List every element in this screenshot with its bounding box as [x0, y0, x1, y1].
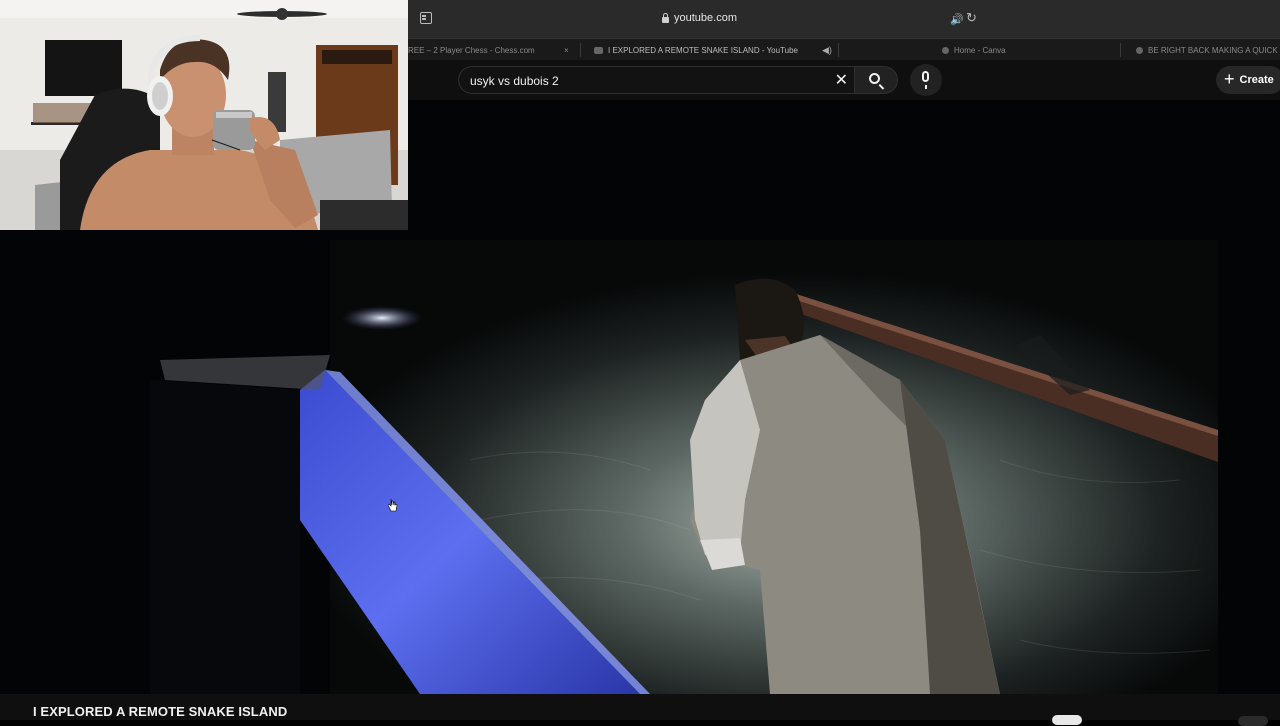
- tab-label: Home - Canva: [954, 45, 1006, 55]
- speaker-icon[interactable]: ◀): [822, 39, 834, 61]
- youtube-header: usyk vs dubois 2 ✕ + Create: [408, 60, 1280, 100]
- mic-icon: [922, 71, 929, 89]
- speaker-icon[interactable]: 🔊: [950, 13, 964, 26]
- tab-bar: REE – 2 Player Chess - Chess.com × I EXP…: [408, 38, 1280, 61]
- search-icon: [869, 73, 880, 84]
- tab-youtube[interactable]: I EXPLORED A REMOTE SNAKE ISLAND - YouTu…: [594, 39, 834, 61]
- tab-divider: [580, 43, 581, 57]
- mouse-cursor-icon: [388, 498, 398, 512]
- address-bar[interactable]: youtube.com: [662, 12, 737, 24]
- address-text: youtube.com: [674, 12, 737, 24]
- search-button[interactable]: [854, 66, 898, 94]
- browser-titlebar: youtube.com 🔊 ↻: [408, 0, 1280, 38]
- video-info-bar: I EXPLORED A REMOTE SNAKE ISLAND: [0, 694, 1280, 726]
- action-pill[interactable]: [1238, 716, 1268, 726]
- search-query[interactable]: usyk vs dubois 2: [470, 74, 559, 88]
- clear-search-icon[interactable]: ✕: [835, 70, 848, 90]
- action-pill[interactable]: [1052, 715, 1082, 725]
- webcam-feed: [0, 0, 408, 230]
- tab-label: BE RIGHT BACK MAKING A QUICK: [1148, 45, 1278, 55]
- browser-window: youtube.com 🔊 ↻ REE – 2 Player Chess - C…: [408, 0, 1280, 100]
- tab-close-icon[interactable]: ×: [564, 39, 574, 61]
- tab-label: REE – 2 Player Chess - Chess.com: [408, 45, 535, 55]
- plus-icon: +: [1224, 69, 1235, 89]
- youtube-favicon-icon: [594, 46, 603, 54]
- tab-divider: [838, 43, 839, 57]
- sidebar-icon[interactable]: [420, 12, 432, 24]
- webcam-overlay: [0, 0, 408, 230]
- voice-search-button[interactable]: [910, 64, 942, 96]
- lock-icon: [662, 12, 669, 23]
- tab-label: I EXPLORED A REMOTE SNAKE ISLAND - YouTu…: [608, 45, 799, 55]
- reload-icon[interactable]: ↻: [966, 10, 977, 26]
- video-title: I EXPLORED A REMOTE SNAKE ISLAND: [33, 704, 288, 719]
- favicon-icon: [1136, 46, 1143, 54]
- create-label: Create: [1239, 74, 1274, 86]
- tab-canva[interactable]: Home - Canva: [942, 39, 1052, 61]
- tab-divider: [1120, 43, 1121, 57]
- canva-favicon-icon: [942, 46, 949, 54]
- tab-be-right-back[interactable]: BE RIGHT BACK MAKING A QUICK: [1136, 39, 1280, 61]
- create-button[interactable]: + Create: [1216, 66, 1280, 94]
- search-input[interactable]: usyk vs dubois 2 ✕: [458, 66, 854, 94]
- tab-chess[interactable]: REE – 2 Player Chess - Chess.com: [408, 39, 558, 61]
